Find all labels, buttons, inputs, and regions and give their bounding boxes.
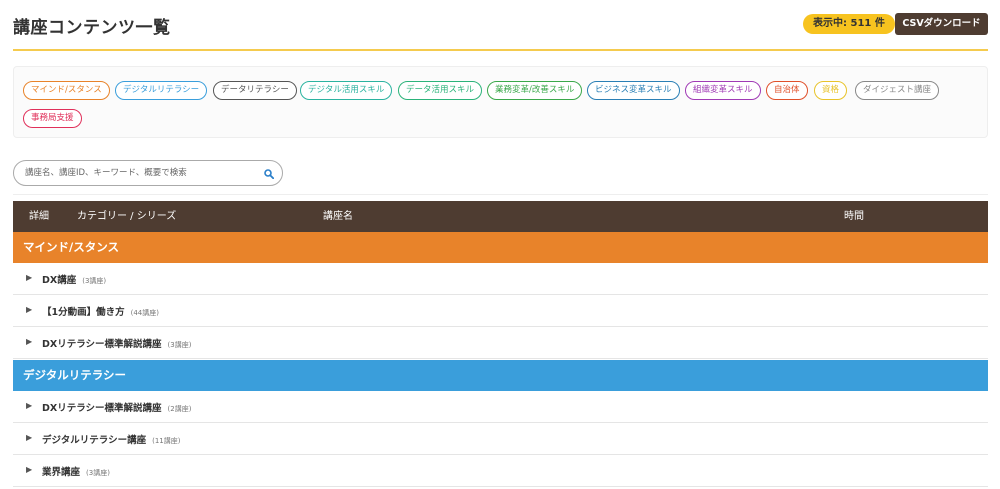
filter-chip-digest[interactable]: ダイジェスト講座 [855, 81, 940, 100]
filter-chip-business-improvement[interactable]: 業務変革/改善スキル [487, 81, 583, 100]
filter-chip-organization[interactable]: 組織変革スキル [685, 81, 761, 100]
series-label: 業界講座 [42, 467, 81, 478]
series-count: (3講座) [86, 469, 110, 477]
series-count: (3講座) [167, 341, 192, 349]
filter-chip-certification[interactable]: 資格 [814, 81, 848, 100]
csv-download-button[interactable]: CSVダウンロード [895, 13, 988, 35]
series-row[interactable]: ▶ DX講座 (3講座) [13, 263, 988, 295]
filter-chip-data-skill[interactable]: データ活用スキル [398, 81, 483, 100]
table-header: 詳細 カテゴリー / シリーズ 講座名 時間 [13, 201, 988, 232]
page-header: 講座コンテンツ一覧 表示中: 511 件 CSVダウンロード [0, 0, 1000, 51]
series-count: (3講座) [82, 277, 107, 285]
series-count: (44講座) [130, 309, 159, 317]
category-row-mind-stance: マインド/スタンス [13, 232, 988, 263]
series-row[interactable]: ▶ 【1分動画】働き方 (44講座) [13, 295, 988, 327]
series-count: (11講座) [152, 437, 181, 445]
filter-chip-secretariat[interactable]: 事務局支援 [23, 109, 82, 128]
section-divider [13, 194, 988, 195]
filter-chip-digital-skill[interactable]: デジタル活用スキル [300, 81, 393, 100]
filter-panel: マインド/スタンス デジタルリテラシー データリテラシー デジタル活用スキル デ… [13, 66, 988, 138]
category-label: デジタルリテラシー [23, 368, 127, 382]
filter-chip-digital-literacy[interactable]: デジタルリテラシー [115, 81, 208, 100]
series-label: 【1分動画】働き方 [42, 307, 125, 318]
filter-chip-municipality[interactable]: 自治体 [766, 81, 808, 100]
expand-triangle-icon[interactable]: ▶ [26, 273, 32, 282]
series-row[interactable]: ▶ デジタルリテラシー講座 (11講座) [13, 423, 988, 455]
expand-triangle-icon[interactable]: ▶ [26, 337, 32, 346]
expand-triangle-icon[interactable]: ▶ [26, 433, 32, 442]
title-underline [13, 49, 988, 51]
page-title: 講座コンテンツ一覧 [13, 18, 171, 38]
series-row[interactable]: ▶ DXリテラシー標準解説講座 (3講座) [13, 327, 988, 359]
filter-chip-business-transformation[interactable]: ビジネス変革スキル [587, 81, 680, 100]
column-header-time: 時間 [844, 211, 864, 222]
category-row-digital-literacy: デジタルリテラシー [13, 360, 988, 391]
search-box [13, 160, 283, 186]
category-label: マインド/スタンス [23, 240, 119, 254]
result-count-badge: 表示中: 511 件 [803, 14, 895, 34]
series-count: (2講座) [167, 405, 192, 413]
column-header-detail: 詳細 [29, 211, 49, 222]
expand-triangle-icon[interactable]: ▶ [26, 305, 32, 314]
column-header-category: カテゴリー / シリーズ [77, 211, 177, 222]
series-label: DXリテラシー標準解説講座 [42, 339, 162, 350]
column-header-name: 講座名 [323, 211, 353, 222]
filter-chip-data-literacy[interactable]: データリテラシー [213, 81, 297, 100]
series-row[interactable]: ▶ 業界講座 (3講座) [13, 455, 988, 487]
expand-triangle-icon[interactable]: ▶ [26, 401, 32, 410]
series-label: デジタルリテラシー講座 [42, 435, 147, 446]
filter-chip-mind-stance[interactable]: マインド/スタンス [23, 81, 110, 100]
series-label: DXリテラシー標準解説講座 [42, 403, 162, 414]
series-row[interactable]: ▶ DXリテラシー標準解説講座 (2講座) [13, 391, 988, 423]
search-input[interactable] [25, 166, 245, 180]
series-label: DX講座 [42, 275, 77, 286]
search-icon[interactable] [264, 169, 274, 179]
expand-triangle-icon[interactable]: ▶ [26, 465, 32, 474]
